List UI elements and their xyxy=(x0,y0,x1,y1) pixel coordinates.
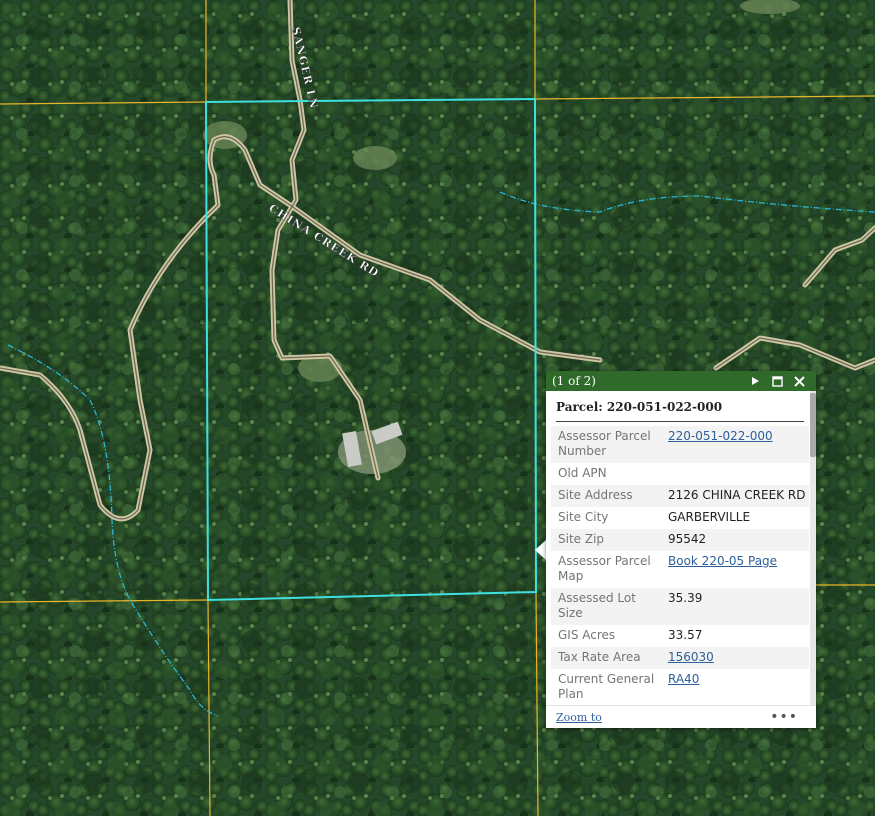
attribute-key: Site Address xyxy=(558,488,633,502)
attribute-key: Tax Rate Area xyxy=(558,650,641,664)
attribute-value: 2126 CHINA CREEK RD xyxy=(668,488,806,502)
attribute-row: GIS Acres 33.57 xyxy=(551,625,809,647)
attribute-value-link[interactable]: Book 220-05 Page xyxy=(668,554,777,568)
attribute-value-cell: Book 220-05 Page xyxy=(661,551,809,588)
attribute-key: Site Zip xyxy=(558,532,605,546)
attribute-row: Assessor Parcel Number 220-051-022-000 xyxy=(551,426,809,463)
attribute-row: Current General Plan RA40 xyxy=(551,669,809,706)
popup-title: Parcel: 220-051-022-000 xyxy=(556,391,804,422)
attribute-value-cell: RA40 xyxy=(661,669,809,706)
attribute-key: Assessor Parcel Number xyxy=(558,429,651,458)
popup-footer: Zoom to ••• xyxy=(546,705,816,728)
attribute-row: Site City GARBERVILLE xyxy=(551,507,809,529)
attribute-value-link[interactable]: 156030 xyxy=(668,650,714,664)
attribute-key: Old APN xyxy=(558,466,607,480)
attribute-value-cell: 156030 xyxy=(661,647,809,669)
attribute-value-link[interactable]: RA40 xyxy=(668,672,699,686)
next-icon[interactable] xyxy=(744,371,766,391)
attribute-value-cell xyxy=(661,463,809,485)
attribute-row: Site Zip 95542 xyxy=(551,529,809,551)
attribute-value-link[interactable]: 220-051-022-000 xyxy=(668,429,773,443)
popup-scrollbar-thumb[interactable] xyxy=(810,393,816,457)
attribute-row: Assessed Lot Size 35.39 xyxy=(551,588,809,625)
attribute-table: Assessor Parcel Number 220-051-022-000 Old… xyxy=(551,426,809,706)
attribute-value: 95542 xyxy=(668,532,707,546)
attribute-value: GARBERVILLE xyxy=(668,510,751,524)
attribute-value-cell: 2126 CHINA CREEK RD xyxy=(661,485,809,507)
attribute-key: Site City xyxy=(558,510,609,524)
popup-header: (1 of 2) xyxy=(546,371,816,391)
attribute-value-cell: 220-051-022-000 xyxy=(661,426,809,463)
attribute-key: Current General Plan xyxy=(558,672,655,701)
attribute-value-cell: GARBERVILLE xyxy=(661,507,809,529)
attribute-value: 35.39 xyxy=(668,591,703,605)
more-options-icon[interactable]: ••• xyxy=(770,709,798,725)
popup-attribute-list[interactable]: Assessor Parcel Number 220-051-022-000 Old… xyxy=(546,422,816,707)
attribute-row: Old APN xyxy=(551,463,809,485)
zoom-to-link[interactable]: Zoom to xyxy=(556,711,770,724)
attribute-key: Assessor Parcel Map xyxy=(558,554,651,583)
popup-pointer xyxy=(535,540,546,560)
attribute-value-cell: 35.39 xyxy=(661,588,809,625)
attribute-key: Assessed Lot Size xyxy=(558,591,636,620)
popup-feature-count: (1 of 2) xyxy=(552,374,596,388)
attribute-row: Tax Rate Area 156030 xyxy=(551,647,809,669)
attribute-row: Site Address 2126 CHINA CREEK RD xyxy=(551,485,809,507)
attribute-value-cell: 33.57 xyxy=(661,625,809,647)
close-icon[interactable] xyxy=(788,371,810,391)
maximize-icon[interactable] xyxy=(766,371,788,391)
attribute-value: 33.57 xyxy=(668,628,703,642)
attribute-row: Assessor Parcel Map Book 220-05 Page xyxy=(551,551,809,588)
attribute-key: GIS Acres xyxy=(558,628,616,642)
parcel-popup: (1 of 2) Parcel: 220-051-022-000 Assesso… xyxy=(546,371,816,728)
attribute-value-cell: 95542 xyxy=(661,529,809,551)
